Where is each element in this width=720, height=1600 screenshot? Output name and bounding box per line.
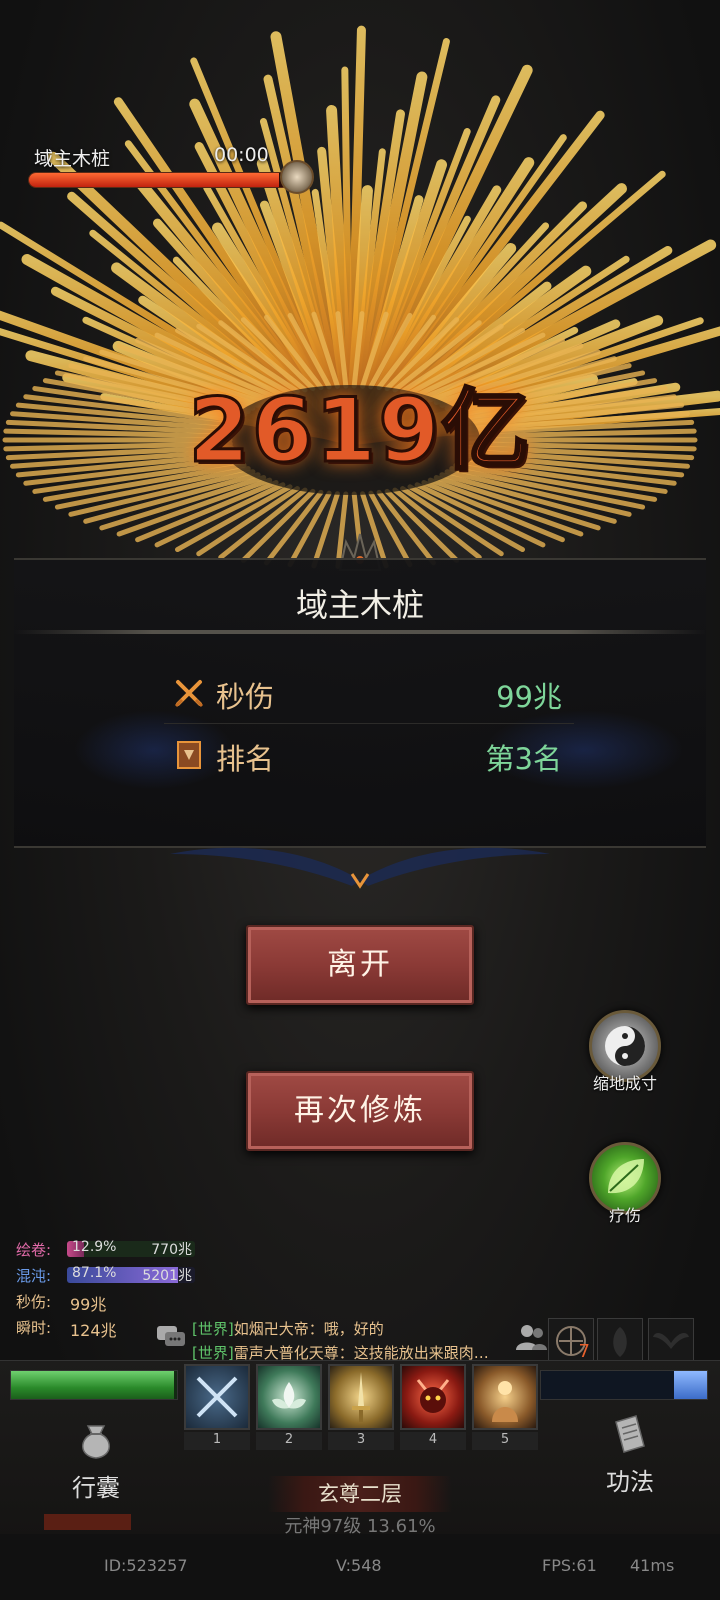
bag-button[interactable]: 行囊 <box>56 1418 136 1508</box>
boss-hp-bar <box>28 172 290 188</box>
chat-line: [世界]如烟卍大帝：哦，好的 <box>192 1318 512 1342</box>
rank-row: 排名 第3名 <box>164 726 574 786</box>
book-icon <box>615 1415 645 1453</box>
hundun-label: 混沌: <box>16 1267 52 1285</box>
lotus-icon <box>272 1382 306 1409</box>
golden-sword-icon <box>352 1372 370 1422</box>
rank-label: 排名 <box>216 742 275 776</box>
shadow-figure-icon <box>613 1327 627 1357</box>
skill-slot-1[interactable] <box>184 1364 250 1430</box>
player-mp-fill <box>673 1371 707 1399</box>
chat-message: 如烟卍大帝：哦，好的 <box>233 1320 384 1338</box>
world-chat[interactable]: [世界]如烟卍大帝：哦，好的 [世界]雷声大普化天尊：这技能放出来跟肉… <box>192 1318 512 1366</box>
skull-icon <box>280 160 314 194</box>
player-hp-bar <box>10 1370 178 1400</box>
hundun-value: 5201兆 <box>142 1268 192 1284</box>
heal-label: 疗伤 <box>608 1206 641 1225</box>
player-id: ID:523257 <box>104 1556 188 1575</box>
dark-wings-icon <box>653 1333 689 1349</box>
instant-log-label: 瞬时: <box>16 1319 52 1337</box>
panel-divider <box>14 630 706 634</box>
shrink-distance-label: 缩地成寸 <box>592 1074 657 1093</box>
dps-log-value: 99兆 <box>70 1295 107 1314</box>
huijuan-percent: 12.9% <box>72 1239 117 1255</box>
skill-number: 1 <box>184 1432 250 1450</box>
skill-number: 5 <box>472 1432 538 1450</box>
player-hp-fill <box>11 1371 174 1399</box>
pouch-icon <box>82 1425 110 1459</box>
skill-number: 3 <box>328 1432 394 1450</box>
hundun-percent: 87.1% <box>72 1265 117 1281</box>
player-mp-bar <box>540 1370 708 1400</box>
damage-popup: 2619亿 <box>187 378 532 484</box>
instant-log-value: 124兆 <box>70 1321 117 1340</box>
buff-slot[interactable]: 7 <box>548 1318 594 1364</box>
banner-icon <box>177 741 201 769</box>
panel-title: 域主木桩 <box>295 586 424 624</box>
bag-label: 行囊 <box>72 1474 120 1502</box>
dps-log-row: 秒伤: 99兆 <box>12 1288 192 1314</box>
skill-slot-2[interactable] <box>256 1364 322 1430</box>
huijuan-value: 770兆 <box>151 1242 192 1258</box>
friends-icon[interactable] <box>514 1322 548 1352</box>
skill-slot-3[interactable] <box>328 1364 394 1430</box>
chat-channel: [世界] <box>192 1320 234 1338</box>
crossed-blades-icon <box>196 1376 238 1418</box>
dps-label: 秒伤 <box>216 680 275 714</box>
huijuan-row: 绘卷: 12.9% 770兆 <box>12 1236 195 1262</box>
skill-slot-5[interactable] <box>472 1364 538 1430</box>
skill-number: 4 <box>400 1432 466 1450</box>
boss-name: 域主木桩 <box>34 148 111 170</box>
sword-burst-effect <box>0 25 720 569</box>
debug-footer: ID:523257 V:548 FPS:61 41ms <box>0 1534 720 1600</box>
buff-slot[interactable] <box>648 1318 694 1364</box>
boss-timer: 00:00 <box>214 144 269 166</box>
buff-slot[interactable] <box>597 1318 643 1364</box>
dps-log-label: 秒伤: <box>16 1293 52 1311</box>
boss-health-widget: 域主木桩 00:00 <box>28 138 318 198</box>
wing-ornament-icon <box>170 847 550 889</box>
version-text: V:548 <box>336 1556 382 1575</box>
dps-row: 秒伤 99兆 <box>164 664 574 724</box>
cultivation-realm: 玄尊二层 <box>268 1476 452 1512</box>
skill-slot-4[interactable] <box>400 1364 466 1430</box>
latency-text: 41ms <box>630 1556 675 1575</box>
leave-button[interactable]: 离开 <box>246 925 474 1005</box>
techniques-button[interactable]: 功法 <box>590 1412 670 1502</box>
retrain-button[interactable]: 再次修炼 <box>246 1071 474 1151</box>
boss-hp-fill <box>29 173 279 187</box>
techniques-label: 功法 <box>606 1468 654 1496</box>
skill-number: 2 <box>256 1432 322 1450</box>
crossed-swords-icon <box>174 680 204 708</box>
demon-face-icon <box>416 1379 450 1413</box>
radiant-deity-icon <box>492 1381 518 1422</box>
hundun-row: 混沌: 87.1% 5201兆 <box>12 1262 195 1288</box>
result-panel: 域主木桩 秒伤 99兆 排名 第3名 <box>14 558 706 848</box>
fps-text: FPS:61 <box>542 1556 597 1575</box>
chat-bubble-icon[interactable] <box>155 1324 187 1350</box>
dps-value: 99兆 <box>496 680 562 714</box>
rank-value: 第3名 <box>485 742 562 776</box>
huijuan-label: 绘卷: <box>16 1241 52 1259</box>
buff-count: 7 <box>578 1341 590 1362</box>
